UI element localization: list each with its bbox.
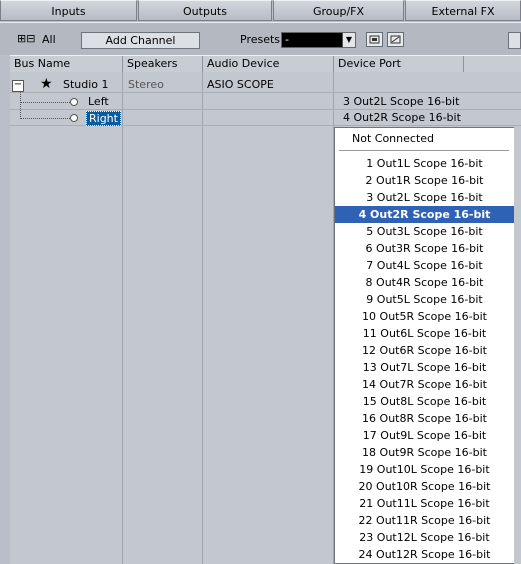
port-menu-item[interactable]: 14 Out7R Scope 16-bit xyxy=(335,376,514,393)
channel-port-icon xyxy=(70,98,78,106)
port-menu-item[interactable]: 5 Out3L Scope 16-bit xyxy=(335,223,514,240)
channel-row-right[interactable]: Right 4 Out2R Scope 16-bit xyxy=(10,111,521,126)
port-menu-item[interactable]: 10 Out5R Scope 16-bit xyxy=(335,308,514,325)
channel-port[interactable]: 4 Out2R Scope 16-bit xyxy=(343,111,461,126)
col-audio-device[interactable]: Audio Device xyxy=(203,56,334,72)
bus-row[interactable]: − ★ Studio 1 Stereo ASIO SCOPE xyxy=(10,76,521,93)
port-menu-item[interactable]: 3 Out2L Scope 16-bit xyxy=(335,189,514,206)
port-menu-item[interactable]: 9 Out5L Scope 16-bit xyxy=(335,291,514,308)
channel-row-left[interactable]: Left 3 Out2L Scope 16-bit xyxy=(10,95,521,110)
tab-group-fx[interactable]: Group/FX xyxy=(273,0,404,21)
menu-item-not-connected[interactable]: Not Connected xyxy=(352,130,434,147)
store-preset-icon[interactable] xyxy=(366,32,383,47)
remove-preset-icon[interactable] xyxy=(387,32,404,47)
toolbar: ⊞⊟ All Add Channel Presets - ▼ xyxy=(0,22,521,55)
tab-bar: Inputs Outputs Group/FX External FX xyxy=(0,0,521,22)
expand-all-icon[interactable]: ⊞⊟ xyxy=(17,32,35,45)
port-menu-item[interactable]: 19 Out10L Scope 16-bit xyxy=(335,461,514,478)
add-channel-button[interactable]: Add Channel xyxy=(81,32,200,49)
bus-audio-device[interactable]: ASIO SCOPE xyxy=(207,78,274,93)
channel-port-icon xyxy=(70,114,78,122)
bus-speakers[interactable]: Stereo xyxy=(128,78,164,93)
port-menu-item[interactable]: 6 Out3R Scope 16-bit xyxy=(335,240,514,257)
port-menu-item[interactable]: 23 Out12L Scope 16-bit xyxy=(335,529,514,546)
port-menu-item[interactable]: 8 Out4R Scope 16-bit xyxy=(335,274,514,291)
channel-port[interactable]: 3 Out2L Scope 16-bit xyxy=(343,95,459,110)
toolbar-right-button[interactable] xyxy=(508,32,521,49)
menu-divider xyxy=(339,150,509,151)
port-menu-item[interactable]: 18 Out9R Scope 16-bit xyxy=(335,444,514,461)
port-menu-item[interactable]: 11 Out6L Scope 16-bit xyxy=(335,325,514,342)
channel-name: Left xyxy=(88,95,109,108)
col-device-port[interactable]: Device Port xyxy=(334,56,464,72)
star-icon: ★ xyxy=(40,76,53,92)
chevron-down-icon[interactable]: ▼ xyxy=(342,33,355,47)
tab-external-fx[interactable]: External FX xyxy=(405,0,521,21)
collapse-icon[interactable]: − xyxy=(12,80,24,92)
expand-all-label: All xyxy=(42,33,56,46)
port-menu-item[interactable]: 2 Out1R Scope 16-bit xyxy=(335,172,514,189)
right-edge xyxy=(514,127,521,564)
port-menu-item[interactable]: 4 Out2R Scope 16-bit xyxy=(335,206,514,223)
port-menu-item[interactable]: 20 Out10R Scope 16-bit xyxy=(335,478,514,495)
port-menu-item[interactable]: 13 Out7L Scope 16-bit xyxy=(335,359,514,376)
port-menu-item[interactable]: 17 Out9L Scope 16-bit xyxy=(335,427,514,444)
port-menu-item[interactable]: 15 Out8L Scope 16-bit xyxy=(335,393,514,410)
port-menu-item[interactable]: 12 Out6R Scope 16-bit xyxy=(335,342,514,359)
tab-outputs[interactable]: Outputs xyxy=(138,0,272,21)
device-port-menu[interactable]: Not Connected 1 Out1L Scope 16-bit 2 Out1… xyxy=(334,127,515,564)
port-menu-item[interactable]: 22 Out11R Scope 16-bit xyxy=(335,512,514,529)
port-menu-item[interactable]: 21 Out11L Scope 16-bit xyxy=(335,495,514,512)
port-menu-item[interactable]: 16 Out8R Scope 16-bit xyxy=(335,410,514,427)
channel-name[interactable]: Right xyxy=(86,111,121,126)
presets-select[interactable]: - ▼ xyxy=(281,32,356,48)
presets-label: Presets xyxy=(240,33,281,46)
col-bus-name[interactable]: Bus Name xyxy=(10,56,123,72)
port-menu-item[interactable]: 1 Out1L Scope 16-bit xyxy=(335,155,514,172)
bus-name: Studio 1 xyxy=(63,78,109,91)
tab-inputs[interactable]: Inputs xyxy=(0,0,137,21)
column-header: Bus Name Speakers Audio Device Device Po… xyxy=(10,55,521,73)
port-menu-item[interactable]: 7 Out4L Scope 16-bit xyxy=(335,257,514,274)
port-menu-item[interactable]: 24 Out12R Scope 16-bit xyxy=(335,546,514,563)
col-speakers[interactable]: Speakers xyxy=(123,56,203,72)
